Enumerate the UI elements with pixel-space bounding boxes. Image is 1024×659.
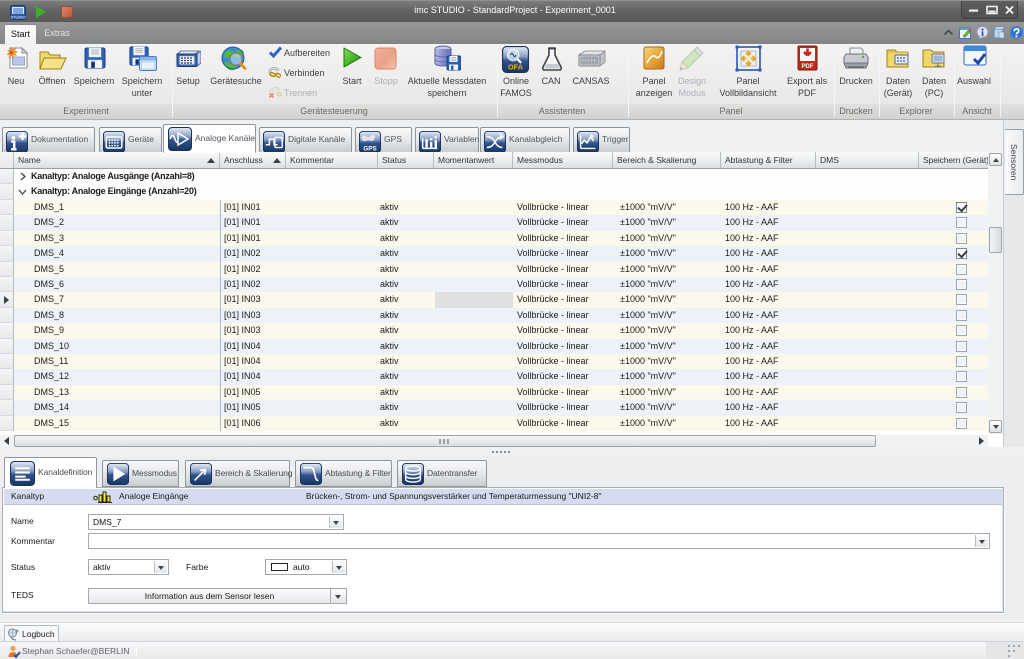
svg-text:PDF: PDF — [802, 64, 814, 70]
svg-text:STUDIO: STUDIO — [10, 15, 25, 20]
svg-text:OFA: OFA — [508, 63, 524, 72]
